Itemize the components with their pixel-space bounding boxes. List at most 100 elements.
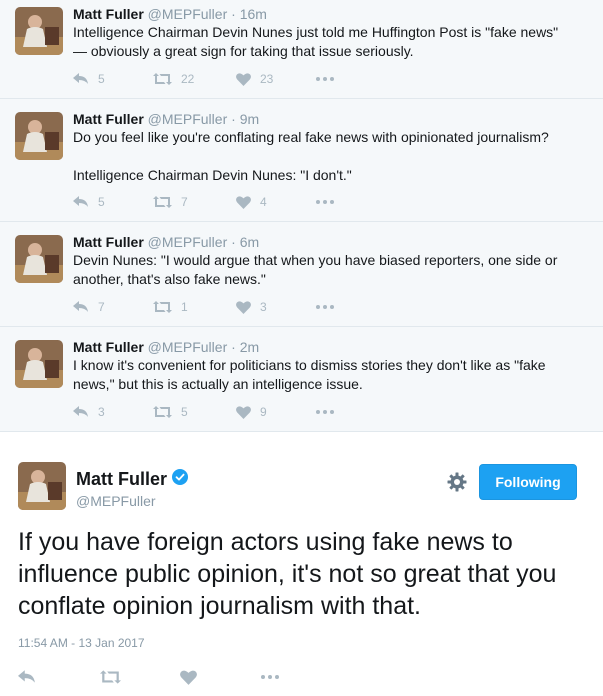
- retweet-count: 7: [181, 195, 188, 209]
- tweet-header: Matt Fuller @MEPFuller · 2m: [73, 338, 583, 356]
- tweet-time[interactable]: 16m: [240, 6, 267, 22]
- more-button[interactable]: [260, 668, 280, 686]
- tweet-time[interactable]: 2m: [240, 339, 259, 355]
- permalink-tweet: Matt Fuller @MEPFuller Following If you …: [0, 432, 603, 696]
- tweet-time[interactable]: 6m: [240, 234, 259, 250]
- author-name[interactable]: Matt Fuller: [73, 234, 144, 250]
- like-icon: [236, 72, 251, 86]
- separator: ·: [231, 234, 236, 250]
- retweet-count: 5: [181, 405, 188, 419]
- reply-button[interactable]: [18, 668, 36, 686]
- thread-tweet[interactable]: Matt Fuller @MEPFuller · 9m Do you feel …: [0, 99, 603, 222]
- tweet-header: Matt Fuller @MEPFuller · 6m: [73, 233, 583, 251]
- retweet-button[interactable]: 7: [153, 194, 188, 210]
- author-block: Matt Fuller @MEPFuller: [76, 468, 189, 510]
- retweet-button[interactable]: [100, 668, 121, 686]
- retweet-icon: [100, 670, 121, 684]
- reply-icon: [73, 406, 88, 417]
- avatar[interactable]: [18, 462, 66, 510]
- tweet-actions: 3 5 9: [73, 404, 373, 420]
- verified-icon: [172, 468, 189, 490]
- retweet-icon: [153, 196, 172, 208]
- reply-icon: [18, 670, 35, 683]
- tweet-actions: 7 1 3: [73, 299, 373, 315]
- retweet-button[interactable]: 22: [153, 71, 194, 87]
- tweet-text-line: Intelligence Chairman Devin Nunes: "I do…: [73, 167, 352, 183]
- author-handle[interactable]: @MEPFuller: [148, 6, 228, 22]
- tweet-text-line: Devin Nunes: "I would argue that when yo…: [73, 252, 558, 268]
- author-name[interactable]: Matt Fuller: [73, 6, 144, 22]
- tweet-actions: 5 22 23: [73, 71, 373, 87]
- retweet-icon: [153, 406, 172, 418]
- author-name[interactable]: Matt Fuller: [73, 339, 144, 355]
- author-handle[interactable]: @MEPFuller: [148, 339, 228, 355]
- more-button[interactable]: [316, 194, 334, 210]
- like-button[interactable]: 9: [236, 404, 267, 420]
- author-name[interactable]: Matt Fuller: [76, 468, 167, 490]
- more-icon: [316, 305, 334, 309]
- author-handle[interactable]: @MEPFuller: [148, 234, 228, 250]
- thread-tweet[interactable]: Matt Fuller @MEPFuller · 6m Devin Nunes:…: [0, 222, 603, 327]
- like-button[interactable]: 3: [236, 299, 267, 315]
- tweet-text-line: another, that's also fake news.": [73, 271, 266, 287]
- more-button[interactable]: [316, 299, 334, 315]
- retweet-icon: [153, 301, 172, 313]
- more-icon: [316, 410, 334, 414]
- more-button[interactable]: [316, 404, 334, 420]
- tweet-time[interactable]: 9m: [240, 111, 259, 127]
- author-name[interactable]: Matt Fuller: [73, 111, 144, 127]
- avatar[interactable]: [15, 235, 63, 283]
- retweet-count: 22: [181, 72, 195, 86]
- reply-count: 7: [98, 300, 105, 314]
- like-icon: [236, 195, 251, 209]
- reply-button[interactable]: 5: [73, 71, 105, 87]
- separator: ·: [231, 111, 236, 127]
- author-handle[interactable]: @MEPFuller: [76, 492, 188, 510]
- avatar[interactable]: [15, 7, 63, 55]
- retweet-button[interactable]: 1: [153, 299, 188, 315]
- tweet-text-line: I know it's convenient for politicians t…: [73, 357, 546, 373]
- tweet-header: Matt Fuller @MEPFuller · 16m: [73, 5, 583, 23]
- reply-count: 3: [98, 405, 105, 419]
- author-handle[interactable]: @MEPFuller: [148, 111, 228, 127]
- author-name-row[interactable]: Matt Fuller: [76, 468, 189, 490]
- reply-button[interactable]: 5: [73, 194, 105, 210]
- more-button[interactable]: [316, 71, 334, 87]
- more-icon: [316, 77, 334, 81]
- separator: ·: [231, 6, 236, 22]
- more-icon: [261, 675, 279, 679]
- separator: ·: [231, 339, 236, 355]
- following-button[interactable]: Following: [479, 464, 577, 500]
- like-count: 3: [260, 300, 267, 314]
- reply-icon: [73, 196, 88, 207]
- reply-button[interactable]: 7: [73, 299, 105, 315]
- thread-tweet[interactable]: Matt Fuller @MEPFuller · 16m Intelligenc…: [0, 0, 603, 99]
- like-button[interactable]: 4: [236, 194, 267, 210]
- avatar[interactable]: [15, 112, 63, 160]
- avatar[interactable]: [15, 340, 63, 388]
- tweet-text-line: Do you feel like you're conflating real …: [73, 129, 549, 145]
- like-count: 9: [260, 405, 267, 419]
- like-count: 23: [260, 72, 274, 86]
- tweet-text: Do you feel like you're conflating real …: [73, 128, 583, 185]
- like-icon: [180, 670, 197, 685]
- tweet-timestamp[interactable]: 11:54 AM - 13 Jan 2017: [18, 636, 145, 650]
- gear-icon[interactable]: [446, 471, 468, 493]
- thread-tweet[interactable]: Matt Fuller @MEPFuller · 2m I know it's …: [0, 327, 603, 432]
- like-button[interactable]: [180, 668, 197, 686]
- tweet-actions: [18, 668, 318, 686]
- retweet-button[interactable]: 5: [153, 404, 188, 420]
- like-icon: [236, 405, 251, 419]
- reply-icon: [73, 301, 88, 312]
- tweet-text: Devin Nunes: "I would argue that when yo…: [73, 251, 583, 289]
- like-button[interactable]: 23: [236, 71, 273, 87]
- tweet-text: Intelligence Chairman Devin Nunes just t…: [73, 23, 583, 61]
- reply-icon: [73, 73, 88, 84]
- tweet-text-line: Intelligence Chairman Devin Nunes just t…: [73, 24, 559, 40]
- like-count: 4: [260, 195, 267, 209]
- tweet-text-line: news," but this is actually an intellige…: [73, 376, 363, 392]
- reply-count: 5: [98, 195, 105, 209]
- reply-button[interactable]: 3: [73, 404, 105, 420]
- tweet-text: If you have foreign actors using fake ne…: [18, 528, 557, 620]
- tweet-header: Matt Fuller @MEPFuller · 9m: [73, 110, 583, 128]
